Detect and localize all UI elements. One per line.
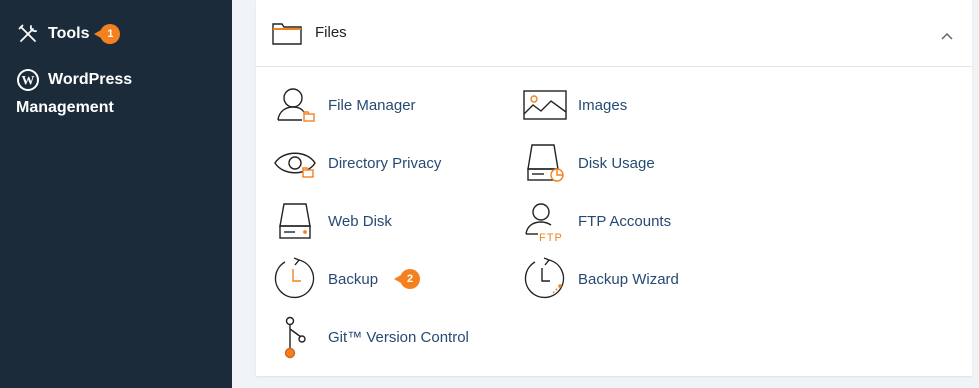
svg-text:W: W	[22, 73, 35, 88]
ftp-accounts-icon: FTP	[522, 198, 568, 244]
sidebar-item-wordpress-label: WordPress	[48, 71, 133, 88]
panel-title: Files	[315, 24, 347, 41]
backup-link[interactable]: Backup 2	[272, 256, 421, 302]
sidebar-item-wordpress-label-line2: Management	[16, 99, 114, 116]
directory-privacy-label: Directory Privacy	[328, 154, 442, 172]
chevron-up-icon[interactable]	[940, 28, 954, 46]
disk-usage-link[interactable]: Disk Usage	[522, 140, 655, 186]
files-panel: Files File Manager Images Directory Priv…	[256, 0, 972, 376]
directory-privacy-icon	[272, 140, 318, 186]
files-panel-header[interactable]: Files	[256, 0, 972, 67]
git-icon	[272, 314, 318, 360]
file-manager-icon	[272, 82, 318, 128]
sidebar-item-wordpress[interactable]: W WordPress	[16, 68, 132, 92]
backup-wizard-icon	[522, 256, 568, 302]
git-version-control-link[interactable]: Git™ Version Control	[272, 314, 469, 360]
backup-step-badge: 2	[394, 269, 421, 289]
web-disk-label: Web Disk	[328, 212, 392, 230]
directory-privacy-link[interactable]: Directory Privacy	[272, 140, 441, 186]
sidebar-item-tools-label: Tools	[48, 25, 90, 42]
images-icon	[522, 82, 568, 128]
svg-text:FTP: FTP	[539, 232, 563, 242]
file-manager-label: File Manager	[328, 96, 416, 114]
sidebar-item-tools[interactable]: Tools 1	[16, 22, 121, 46]
file-manager-link[interactable]: File Manager	[272, 82, 416, 128]
wordpress-icon: W	[16, 68, 40, 92]
tools-icon	[16, 22, 40, 46]
ftp-accounts-label: FTP Accounts	[578, 212, 672, 230]
web-disk-link[interactable]: Web Disk	[272, 198, 392, 244]
backup-icon	[272, 256, 318, 302]
images-label: Images	[578, 96, 628, 114]
git-version-control-label: Git™ Version Control	[328, 328, 469, 346]
backup-wizard-label: Backup Wizard	[578, 270, 679, 288]
folder-icon	[272, 21, 302, 50]
ftp-accounts-link[interactable]: FTP FTP Accounts	[522, 198, 671, 244]
sidebar: Tools 1 W WordPress Management	[0, 0, 232, 388]
disk-usage-icon	[522, 140, 568, 186]
backup-wizard-link[interactable]: Backup Wizard	[522, 256, 679, 302]
tools-step-badge: 1	[94, 24, 121, 44]
images-link[interactable]: Images	[522, 82, 627, 128]
disk-usage-label: Disk Usage	[578, 154, 655, 172]
backup-label: Backup	[328, 270, 379, 288]
web-disk-icon	[272, 198, 318, 244]
